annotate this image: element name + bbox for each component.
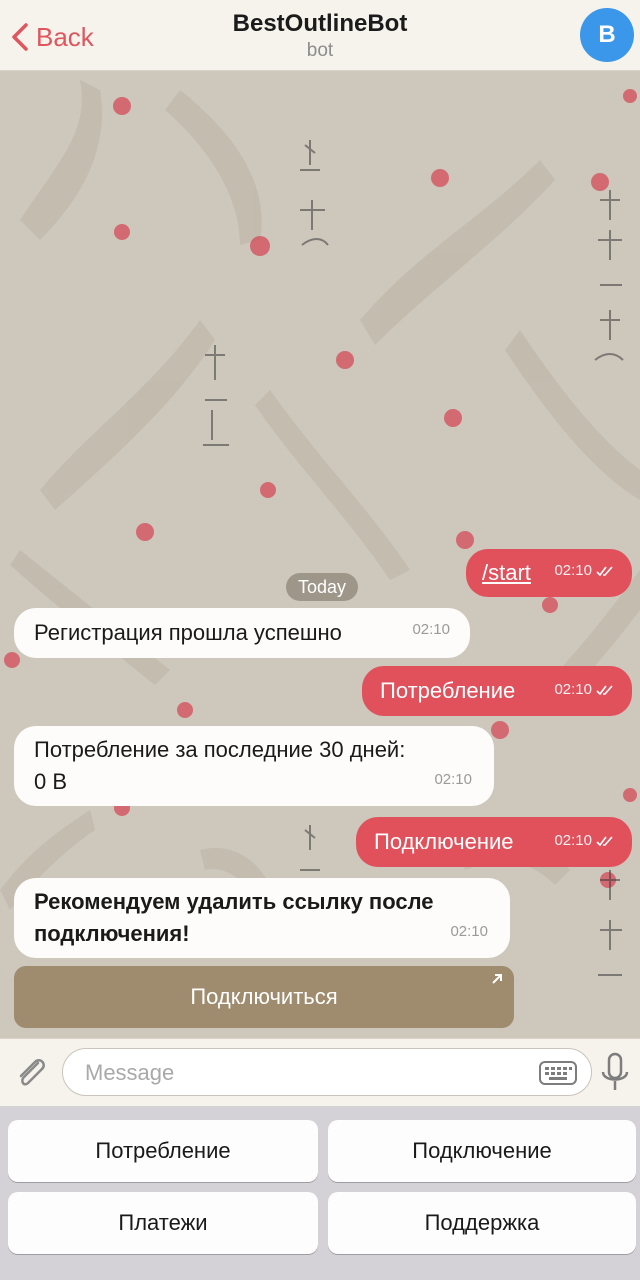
microphone-icon[interactable] xyxy=(600,1052,630,1094)
keyboard-button-connection[interactable]: Подключение xyxy=(328,1120,636,1182)
message-meta: 02:10 xyxy=(554,555,616,587)
incoming-message[interactable]: Рекомендуем удалить ссылку после подключ… xyxy=(14,878,510,958)
message-input-wrapper[interactable] xyxy=(62,1048,592,1096)
message-meta: 02:10 xyxy=(554,674,616,706)
date-divider: Today xyxy=(286,573,358,601)
chat-title-block[interactable]: BestOutlineBot bot xyxy=(0,10,640,62)
message-time: 02:10 xyxy=(412,621,450,638)
incoming-message[interactable]: Регистрация прошла успешно 02:10 xyxy=(14,608,470,658)
chat-header: Back BestOutlineBot bot B xyxy=(0,0,640,71)
external-arrow-icon xyxy=(492,974,502,984)
inline-button-label: Подключиться xyxy=(190,984,338,1009)
message-time: 02:10 xyxy=(434,771,472,788)
message-text: Потребление xyxy=(380,678,516,703)
paperclip-icon[interactable] xyxy=(12,1053,50,1093)
message-time: 02:10 xyxy=(554,832,592,849)
incoming-message[interactable]: Потребление за последние 30 дней: 0 B 02… xyxy=(14,726,494,806)
outgoing-message[interactable]: Потребление 02:10 xyxy=(362,666,632,716)
chat-subtitle: bot xyxy=(306,40,334,61)
double-check-icon xyxy=(596,836,613,847)
outgoing-message[interactable]: /start 02:10 xyxy=(466,549,632,597)
message-text-line: 0 B xyxy=(34,769,68,794)
message-text-line: Рекомендуем удалить ссылку после xyxy=(34,889,434,914)
message-text-line: Потребление за последние 30 дней: xyxy=(34,737,406,762)
message-text[interactable]: /start xyxy=(482,560,531,585)
double-check-icon xyxy=(596,566,613,577)
reply-keyboard: Потребление Подключение Платежи Поддержк… xyxy=(0,1106,640,1280)
message-input[interactable] xyxy=(83,1059,507,1087)
keyboard-button-support[interactable]: Поддержка xyxy=(328,1192,636,1254)
message-time: 02:10 xyxy=(450,923,488,940)
message-time: 02:10 xyxy=(554,562,592,579)
chat-area[interactable]: Today /start 02:10 Регистрация прошла ус… xyxy=(0,70,640,1038)
message-text: Подключение xyxy=(374,829,514,854)
keyboard-icon[interactable] xyxy=(539,1061,577,1085)
message-composer xyxy=(0,1038,640,1107)
double-check-icon xyxy=(596,685,613,696)
message-text-line: подключения! xyxy=(34,921,190,946)
chat-title: BestOutlineBot xyxy=(232,10,408,37)
connect-inline-button[interactable]: Подключиться xyxy=(14,966,514,1028)
message-time: 02:10 xyxy=(554,681,592,698)
avatar[interactable]: B xyxy=(580,8,634,62)
keyboard-button-consumption[interactable]: Потребление xyxy=(8,1120,318,1182)
outgoing-message[interactable]: Подключение 02:10 xyxy=(356,817,632,867)
message-meta: 02:10 xyxy=(554,825,616,857)
keyboard-button-payments[interactable]: Платежи xyxy=(8,1192,318,1254)
message-text: Регистрация прошла успешно xyxy=(34,620,342,645)
